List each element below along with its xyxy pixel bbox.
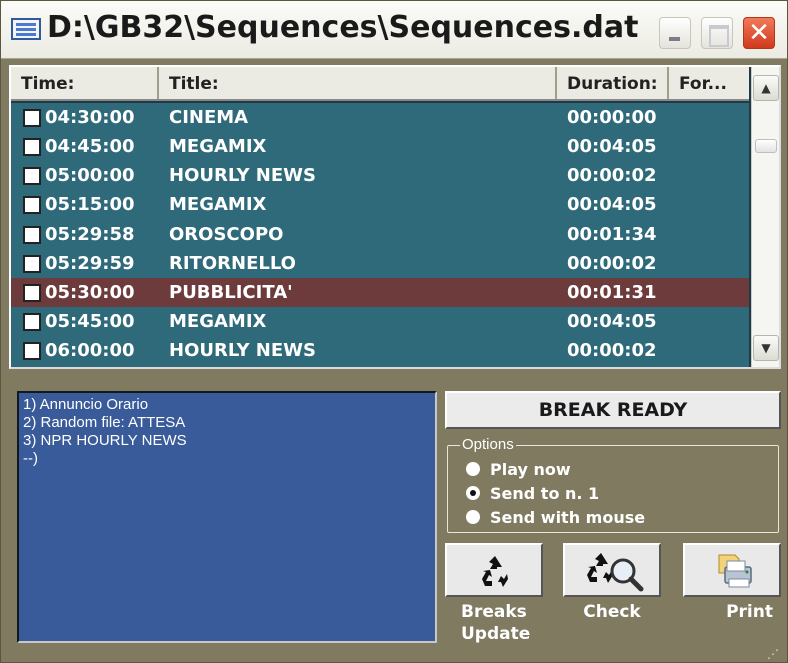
table-row[interactable]: 05:15:00 MEGAMIX 00:04:05 [11, 190, 749, 219]
table-row[interactable]: 04:45:00 MEGAMIX 00:04:05 [11, 132, 749, 161]
row-title: PUBBLICITA' [169, 282, 293, 303]
recycle-magnifier-icon [587, 553, 644, 592]
recycle-icon [482, 556, 508, 587]
maximize-button[interactable] [701, 17, 733, 49]
check-label: Check [583, 602, 641, 622]
row-checkbox[interactable] [23, 226, 41, 244]
options-legend: Options [460, 436, 516, 453]
row-checkbox[interactable] [23, 255, 41, 273]
breaks-update-label-line1: Breaks [461, 602, 527, 622]
scroll-thumb[interactable] [755, 139, 777, 153]
column-header-title[interactable]: Title: [159, 67, 557, 99]
option-send-with-mouse[interactable]: Send with mouse [466, 508, 645, 527]
table-row[interactable]: 06:00:00 HOURLY NEWS 00:00:02 [11, 336, 749, 365]
radio-button[interactable] [466, 510, 480, 524]
window-title: D:\GB32\Sequences\Sequences.dat [47, 10, 639, 45]
row-title: CINEMA [169, 107, 249, 128]
log-line: 2) Random file: ATTESA [23, 414, 186, 431]
column-header-duration[interactable]: Duration: [557, 67, 669, 99]
printer-icon [718, 554, 752, 588]
row-title: RITORNELLO [169, 253, 296, 274]
table-row[interactable]: 05:45:00 MEGAMIX 00:04:05 [11, 307, 749, 336]
option-label: Play now [490, 460, 571, 479]
check-button[interactable] [563, 543, 661, 597]
row-duration: 00:01:34 [567, 224, 657, 245]
options-group: Options Play now Send to n. 1 Send with … [447, 436, 779, 533]
log-line: 1) Annuncio Orario [23, 396, 149, 413]
row-checkbox[interactable] [23, 196, 41, 214]
resize-grip-icon[interactable]: ⋰ [767, 647, 785, 661]
column-header-time[interactable]: Time: [11, 67, 159, 99]
row-checkbox[interactable] [23, 284, 41, 302]
row-checkbox[interactable] [23, 109, 41, 127]
table-row[interactable]: 04:30:00 CINEMA 00:00:00 [11, 103, 749, 132]
title-bar[interactable]: D:\GB32\Sequences\Sequences.dat ✕ [1, 1, 787, 59]
print-label: Print [726, 602, 773, 622]
vertical-scrollbar[interactable]: ▲ ▼ [751, 67, 779, 367]
minimize-button[interactable] [659, 17, 691, 49]
sequence-list[interactable]: 04:30:00 CINEMA 00:00:00 04:45:00 MEGAMI… [11, 103, 749, 367]
row-title: OROSCOPO [169, 224, 284, 245]
column-header-format[interactable]: For... [669, 67, 749, 99]
option-send-to-n1[interactable]: Send to n. 1 [466, 484, 599, 503]
close-icon: ✕ [748, 18, 770, 48]
row-time: 05:45:00 [45, 311, 135, 332]
row-checkbox[interactable] [23, 138, 41, 156]
chevron-down-icon: ▼ [761, 341, 771, 355]
radio-button-selected[interactable] [466, 486, 480, 500]
app-window: D:\GB32\Sequences\Sequences.dat ✕ Time: … [0, 0, 788, 663]
table-row-selected[interactable]: 05:30:00 PUBBLICITA' 00:01:31 [11, 278, 749, 307]
row-time: 05:00:00 [45, 165, 135, 186]
row-time: 05:30:00 [45, 282, 135, 303]
row-duration: 00:04:05 [567, 194, 657, 215]
row-duration: 00:04:05 [567, 136, 657, 157]
breaks-update-label: Breaks Update [445, 601, 531, 645]
row-duration: 00:00:02 [567, 340, 657, 361]
row-title: HOURLY NEWS [169, 165, 316, 186]
row-checkbox[interactable] [23, 313, 41, 331]
row-checkbox[interactable] [23, 342, 41, 360]
option-label: Send to n. 1 [490, 484, 600, 503]
scroll-down-button[interactable]: ▼ [753, 335, 779, 361]
table-header: Time: Title: Duration: For... [11, 67, 749, 101]
table-row[interactable]: 05:00:00 HOURLY NEWS 00:00:02 [11, 161, 749, 190]
row-duration: 00:01:31 [567, 282, 657, 303]
break-log-panel: 1) Annuncio Orario 2) Random file: ATTES… [17, 391, 437, 643]
log-line: 3) NPR HOURLY NEWS [23, 432, 187, 449]
row-duration: 00:00:00 [567, 107, 657, 128]
row-time: 05:29:59 [45, 253, 135, 274]
print-button[interactable] [683, 543, 781, 597]
option-play-now[interactable]: Play now [466, 460, 571, 479]
log-line: --) [23, 450, 38, 467]
app-list-icon[interactable] [11, 18, 41, 40]
row-title: MEGAMIX [169, 311, 267, 332]
row-checkbox[interactable] [23, 167, 41, 185]
row-title: MEGAMIX [169, 136, 267, 157]
row-time: 04:45:00 [45, 136, 135, 157]
breaks-update-label-line2: Update [461, 624, 531, 644]
row-time: 05:15:00 [45, 194, 135, 215]
row-duration: 00:00:02 [567, 253, 657, 274]
radio-button[interactable] [466, 462, 480, 476]
table-row[interactable]: 05:29:58 OROSCOPO 00:01:34 [11, 220, 749, 249]
row-title: HOURLY NEWS [169, 340, 316, 361]
close-button[interactable]: ✕ [743, 17, 775, 49]
row-time: 04:30:00 [45, 107, 135, 128]
row-time: 05:29:58 [45, 224, 135, 245]
break-ready-status: BREAK READY [445, 391, 781, 429]
breaks-update-button[interactable] [445, 543, 543, 597]
row-time: 06:00:00 [45, 340, 135, 361]
chevron-up-icon: ▲ [761, 81, 771, 95]
scroll-up-button[interactable]: ▲ [753, 75, 779, 101]
row-title: MEGAMIX [169, 194, 267, 215]
option-label: Send with mouse [490, 508, 646, 527]
row-duration: 00:04:05 [567, 311, 657, 332]
row-duration: 00:00:02 [567, 165, 657, 186]
table-row[interactable]: 05:29:59 RITORNELLO 00:00:02 [11, 249, 749, 278]
